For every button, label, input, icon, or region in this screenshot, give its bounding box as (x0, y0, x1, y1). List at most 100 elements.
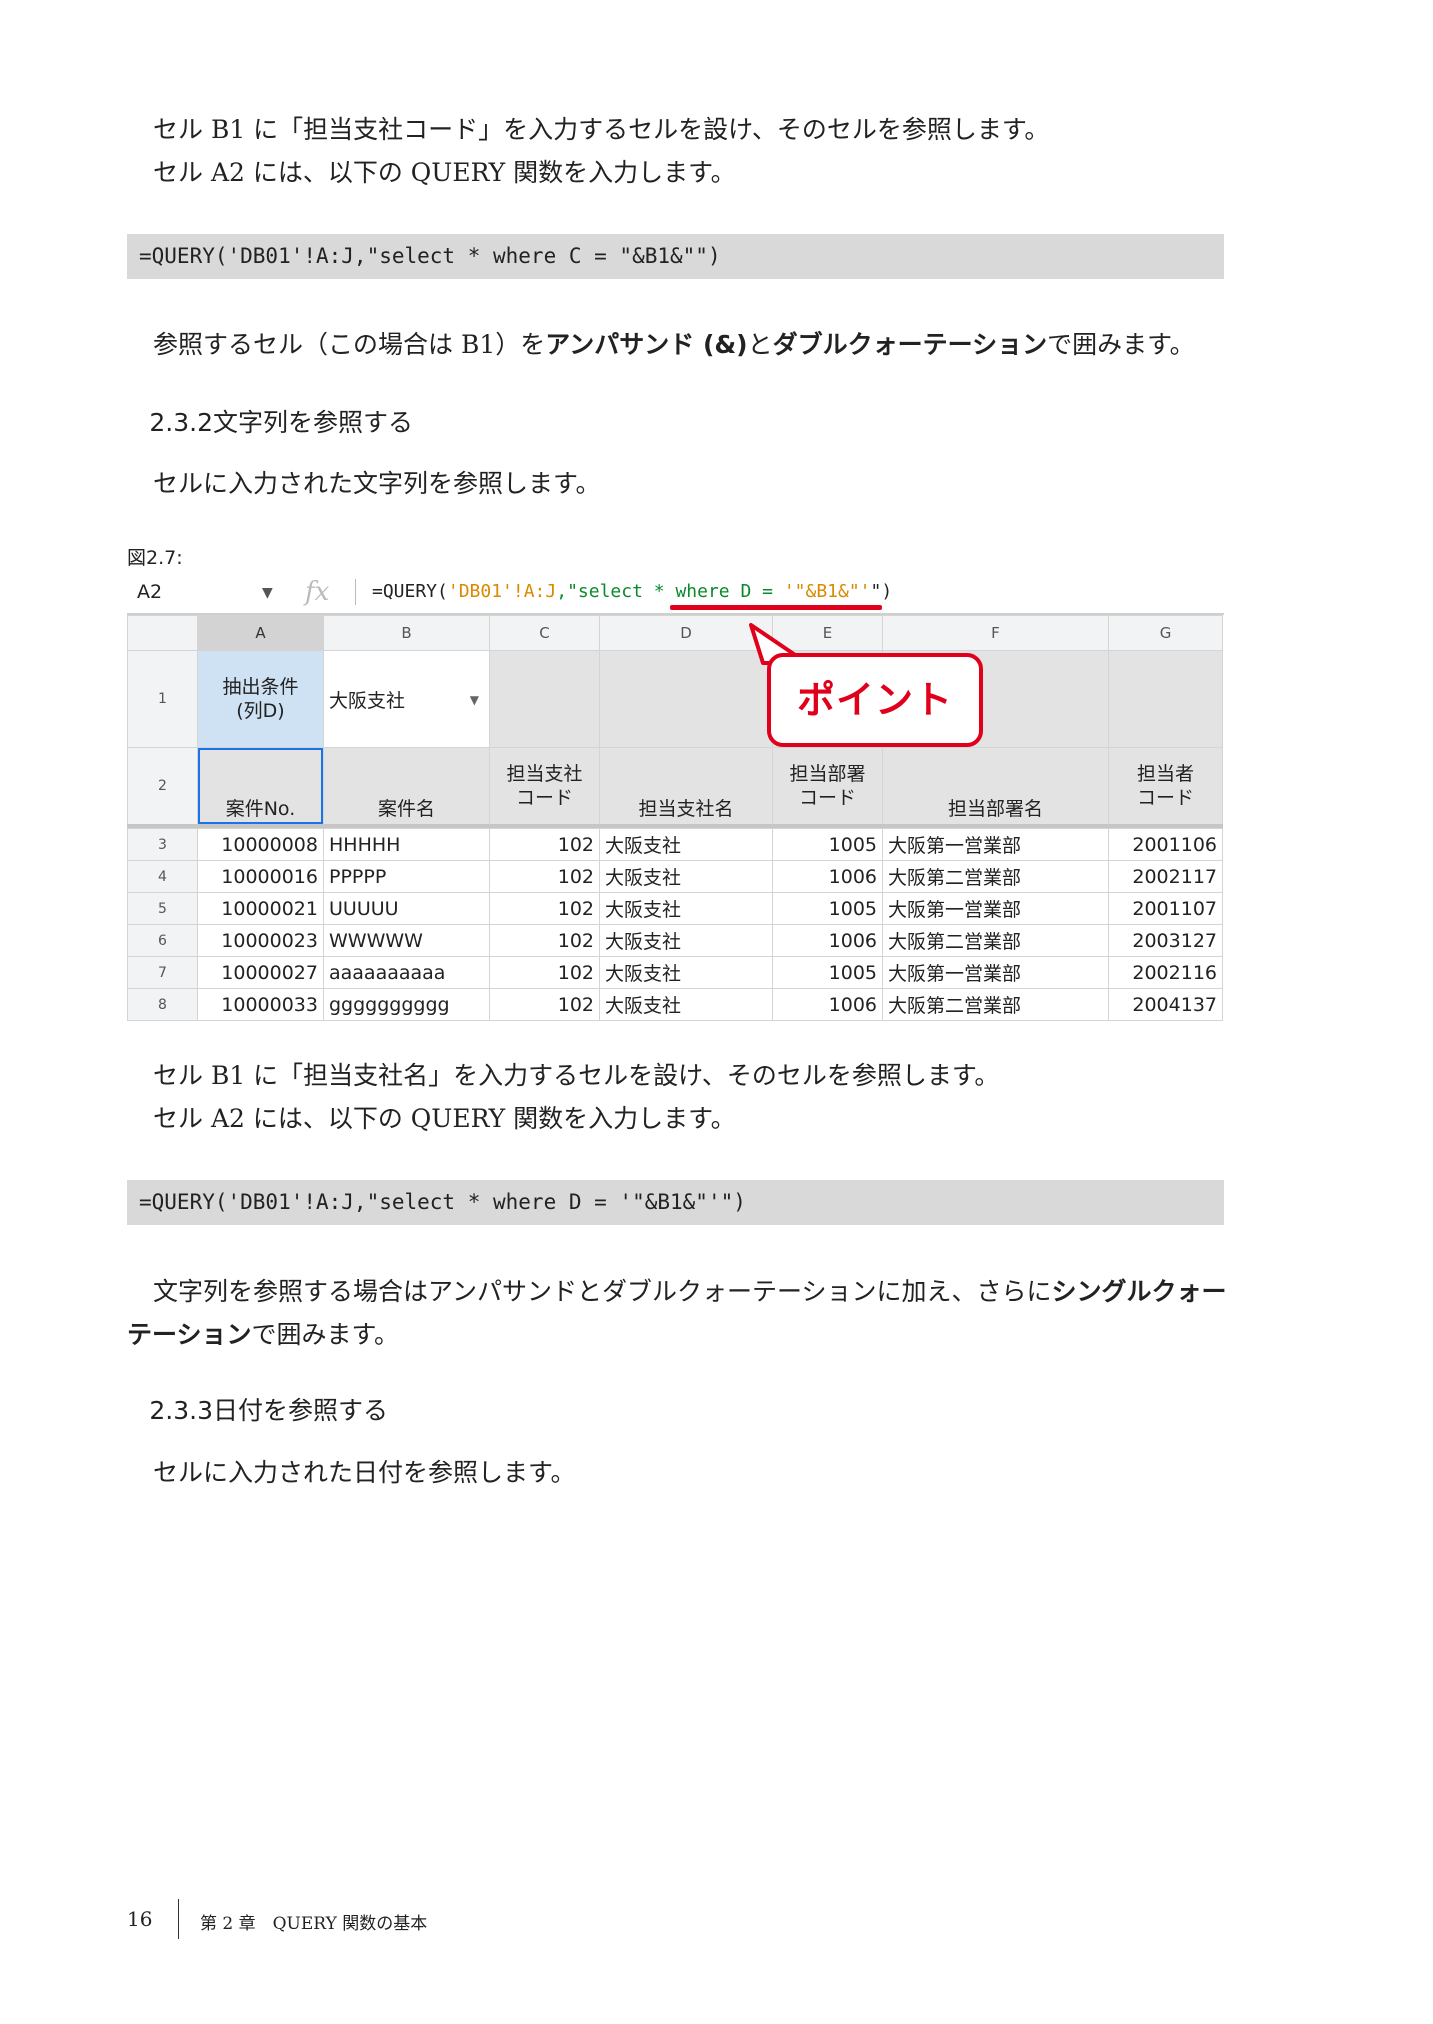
row-header[interactable]: 5 (127, 892, 198, 925)
cell-b[interactable]: PPPPP (323, 860, 490, 893)
table-row: 1 抽出条件 (列D) 大阪支社 ▼ (127, 650, 1223, 748)
cell-f[interactable]: 大阪第一営業部 (882, 828, 1109, 861)
bold-term: アンパサンド (&) (545, 330, 748, 359)
cell-e[interactable]: 1006 (772, 860, 883, 893)
cell[interactable] (489, 650, 600, 748)
body-text: 参照するセル（この場合は B1）をアンパサンド (&)とダブルクォーテーションで… (153, 328, 1195, 362)
header-cell[interactable]: 担当部署 コード (772, 747, 883, 827)
table-row: 4 10000016 PPPPP 102 大阪支社 1006 大阪第二営業部 2002117 (127, 860, 1223, 893)
dropdown-arrow-icon[interactable]: ▼ (470, 693, 479, 707)
body-text: セル A2 には、以下の QUERY 関数を入力します。 (153, 158, 736, 187)
cell-c[interactable]: 102 (489, 988, 600, 1021)
formula-reference: '"&B1&"' (783, 581, 871, 602)
header-cell[interactable]: 担当支社名 (599, 747, 773, 827)
formula-part: =QUERY( (372, 581, 448, 602)
body-text: テーションで囲みます。 (127, 1318, 399, 1352)
corner-cell[interactable] (127, 615, 198, 651)
cell-g[interactable]: 2002117 (1108, 860, 1223, 893)
column-header-c[interactable]: C (489, 615, 600, 651)
row-header[interactable]: 6 (127, 924, 198, 957)
formula-input[interactable]: =QUERY('DB01'!A:J,"select * where D = '"… (372, 581, 892, 602)
header-cell[interactable]: 担当部署名 (882, 747, 1109, 827)
cell[interactable] (1108, 650, 1223, 748)
header-cell[interactable]: 担当者 コード (1108, 747, 1223, 827)
cell-text: コード (798, 787, 856, 809)
column-header-f[interactable]: F (882, 615, 1109, 651)
cell-a[interactable]: 10000033 (197, 988, 324, 1021)
data-rows: 3 10000008 HHHHH 102 大阪支社 1005 大阪第一営業部 2001106 4… (127, 828, 1223, 1021)
cell-g[interactable]: 2002116 (1108, 956, 1223, 989)
body-text: 文字列を参照する場合はアンパサンドとダブルクォーテーションに加え、さらにシングル… (153, 1275, 1227, 1309)
cell-b[interactable]: aaaaaaaaaa (323, 956, 490, 989)
column-header-a[interactable]: A (197, 615, 324, 651)
header-cell[interactable]: 案件名 (323, 747, 490, 827)
cell-d[interactable]: 大阪支社 (599, 860, 773, 893)
cell-text: (列D) (236, 700, 285, 722)
row-header[interactable]: 2 (127, 747, 198, 827)
formula-where: where D = (675, 581, 784, 602)
cell-g[interactable]: 2003127 (1108, 924, 1223, 957)
cell-text: コード (515, 787, 573, 809)
cell-b[interactable]: HHHHH (323, 828, 490, 861)
section-heading: 2.3.3日付を参照する (127, 1394, 388, 1428)
cell-b[interactable]: WWWWW (323, 924, 490, 957)
cell-text: 抽出条件 (222, 676, 299, 698)
cell-f[interactable]: 大阪第一営業部 (882, 892, 1109, 925)
name-box[interactable]: A2 (137, 581, 162, 603)
formula-bar: A2 ▼ fx =QUERY('DB01'!A:J,"select * wher… (127, 573, 1224, 615)
cell-b1-dropdown[interactable]: 大阪支社 ▼ (323, 650, 490, 748)
cell-e[interactable]: 1005 (772, 828, 883, 861)
cell-f[interactable]: 大阪第二営業部 (882, 924, 1109, 957)
point-callout: ポイント (767, 653, 983, 747)
cell-c[interactable]: 102 (489, 892, 600, 925)
body-text: セル A2 には、以下の QUERY 関数を入力します。 (153, 1104, 736, 1133)
cell-a[interactable]: 10000027 (197, 956, 324, 989)
column-header-row: A B C D E F G (127, 615, 1223, 651)
cell-d[interactable]: 大阪支社 (599, 892, 773, 925)
cell-f[interactable]: 大阪第二営業部 (882, 860, 1109, 893)
cell-a[interactable]: 10000016 (197, 860, 324, 893)
row-header[interactable]: 7 (127, 956, 198, 989)
text-run: 参照するセル（この場合は B1）を (153, 330, 546, 359)
cell-a[interactable]: 10000021 (197, 892, 324, 925)
cell-g[interactable]: 2004137 (1108, 988, 1223, 1021)
cell-c[interactable]: 102 (489, 956, 600, 989)
row-header[interactable]: 4 (127, 860, 198, 893)
dropdown-arrow-icon[interactable]: ▼ (262, 585, 273, 601)
row-header[interactable]: 3 (127, 828, 198, 861)
column-header-b[interactable]: B (323, 615, 490, 651)
cell-c[interactable]: 102 (489, 860, 600, 893)
column-header-g[interactable]: G (1108, 615, 1223, 651)
cell-e[interactable]: 1006 (772, 988, 883, 1021)
cell-a1[interactable]: 抽出条件 (列D) (197, 650, 324, 748)
bold-term: ダブルクォーテーション (772, 330, 1048, 359)
cell-a2-selected[interactable]: 案件No. (197, 747, 324, 827)
row-header[interactable]: 1 (127, 650, 198, 748)
cell-g[interactable]: 2001106 (1108, 828, 1223, 861)
page-number: 16 (127, 1907, 153, 1931)
cell-b[interactable]: UUUUU (323, 892, 490, 925)
cell-e[interactable]: 1005 (772, 956, 883, 989)
cell-b[interactable]: gggggggggg (323, 988, 490, 1021)
cell-c[interactable]: 102 (489, 828, 600, 861)
cell-d[interactable]: 大阪支社 (599, 924, 773, 957)
cell-g[interactable]: 2001107 (1108, 892, 1223, 925)
cell-d[interactable]: 大阪支社 (599, 956, 773, 989)
row-header[interactable]: 8 (127, 988, 198, 1021)
cell-d[interactable]: 大阪支社 (599, 988, 773, 1021)
formula-part: ,"select * (556, 581, 676, 602)
header-cell[interactable]: 担当支社 コード (489, 747, 600, 827)
cell-e[interactable]: 1005 (772, 892, 883, 925)
spreadsheet-figure: A2 ▼ fx =QUERY('DB01'!A:J,"select * wher… (127, 573, 1224, 1023)
table-row: 6 10000023 WWWWW 102 大阪支社 1006 大阪第二営業部 2003127 (127, 924, 1223, 957)
cell-a[interactable]: 10000008 (197, 828, 324, 861)
cell-c[interactable]: 102 (489, 924, 600, 957)
cell-f[interactable]: 大阪第一営業部 (882, 956, 1109, 989)
cell-e[interactable]: 1006 (772, 924, 883, 957)
figure-caption: 図2.7: (127, 547, 183, 569)
cell-d[interactable]: 大阪支社 (599, 828, 773, 861)
cell-f[interactable]: 大阪第二営業部 (882, 988, 1109, 1021)
bold-term: テーション (127, 1320, 252, 1349)
cell-a[interactable]: 10000023 (197, 924, 324, 957)
cell-text: 担当支社 (506, 763, 583, 785)
